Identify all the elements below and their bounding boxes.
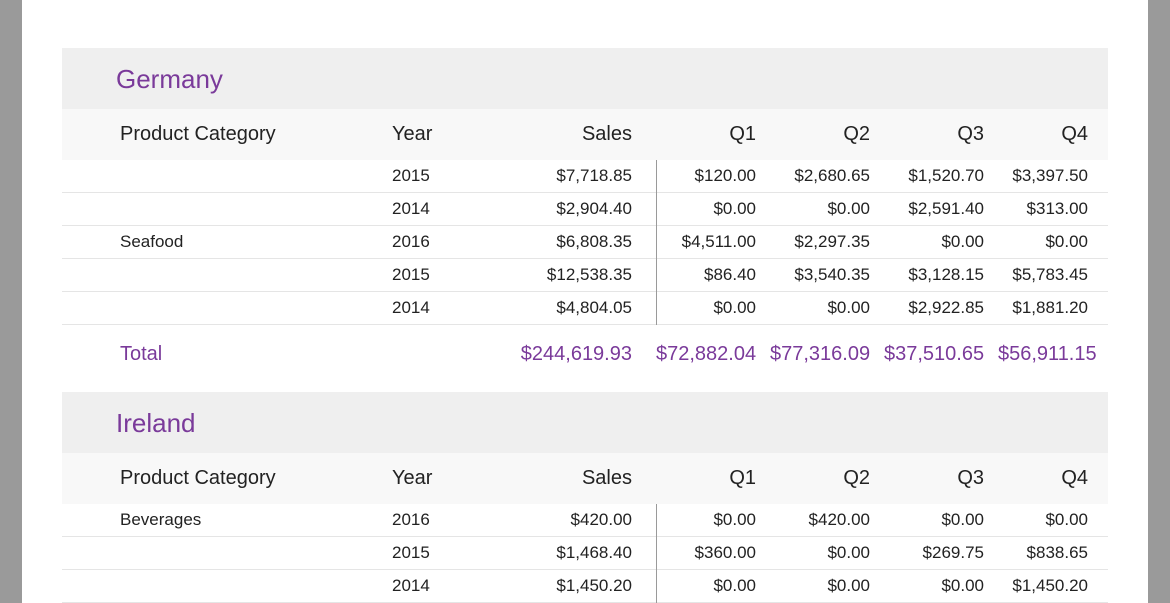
cell-sales: $420.00 — [506, 510, 656, 530]
total-q4: $56,911.15 — [998, 343, 1112, 366]
cell-q2: $420.00 — [770, 510, 884, 530]
col-q1: Q1 — [656, 123, 770, 146]
cell-year: 2016 — [392, 510, 506, 530]
col-q3: Q3 — [884, 467, 998, 490]
cell-q4: $3,397.50 — [998, 166, 1112, 186]
cell-q4: $313.00 — [998, 199, 1112, 219]
col-sales: Sales — [506, 467, 656, 490]
total-sales: $244,619.93 — [506, 343, 656, 366]
cell-q4: $5,783.45 — [998, 265, 1112, 285]
cell-sales: $6,808.35 — [506, 232, 656, 252]
cell-q2: $3,540.35 — [770, 265, 884, 285]
group-total-row: Total $244,619.93 $72,882.04 $77,316.09 … — [62, 325, 1108, 386]
col-q2: Q2 — [770, 467, 884, 490]
col-q1: Q1 — [656, 467, 770, 490]
table-row: Seafood 2016 $6,808.35 $4,511.00 $2,297.… — [62, 226, 1108, 259]
column-header-row: Product Category Year Sales Q1 Q2 Q3 Q4 — [62, 453, 1108, 504]
col-sales: Sales — [506, 123, 656, 146]
col-q4: Q4 — [998, 123, 1112, 146]
cell-q3: $3,128.15 — [884, 265, 998, 285]
cell-q4: $838.65 — [998, 543, 1112, 563]
cell-q3: $0.00 — [884, 232, 998, 252]
cell-category: Beverages — [62, 510, 392, 530]
table-row: 2015 $7,718.85 $120.00 $2,680.65 $1,520.… — [62, 160, 1108, 193]
cell-sales: $7,718.85 — [506, 166, 656, 186]
col-q4: Q4 — [998, 467, 1112, 490]
col-q2: Q2 — [770, 123, 884, 146]
cell-q4: $1,881.20 — [998, 298, 1112, 318]
cell-q1: $0.00 — [656, 576, 770, 596]
cell-sales: $2,904.40 — [506, 199, 656, 219]
cell-q3: $2,922.85 — [884, 298, 998, 318]
column-header-row: Product Category Year Sales Q1 Q2 Q3 Q4 — [62, 109, 1108, 160]
report-page: Germany Product Category Year Sales Q1 Q… — [22, 0, 1148, 603]
cell-q2: $0.00 — [770, 298, 884, 318]
cell-q3: $0.00 — [884, 510, 998, 530]
total-q2: $77,316.09 — [770, 343, 884, 366]
table-row: 2014 $2,904.40 $0.00 $0.00 $2,591.40 $31… — [62, 193, 1108, 226]
cell-year: 2014 — [392, 199, 506, 219]
cell-q1: $0.00 — [656, 510, 770, 530]
cell-year: 2015 — [392, 543, 506, 563]
total-label: Total — [62, 343, 392, 366]
table-row: 2014 $1,450.20 $0.00 $0.00 $0.00 $1,450.… — [62, 570, 1108, 603]
cell-q4: $1,450.20 — [998, 576, 1112, 596]
cell-q3: $0.00 — [884, 576, 998, 596]
col-year: Year — [392, 467, 506, 490]
cell-year: 2015 — [392, 166, 506, 186]
table-row: Beverages 2016 $420.00 $0.00 $420.00 $0.… — [62, 504, 1108, 537]
table-row: 2014 $4,804.05 $0.00 $0.00 $2,922.85 $1,… — [62, 292, 1108, 325]
col-category: Product Category — [62, 123, 392, 146]
report: Germany Product Category Year Sales Q1 Q… — [62, 48, 1108, 603]
cell-year: 2015 — [392, 265, 506, 285]
cell-q1: $4,511.00 — [656, 232, 770, 252]
cell-q2: $0.00 — [770, 576, 884, 596]
group-header: Germany — [62, 48, 1108, 109]
col-year: Year — [392, 123, 506, 146]
cell-q2: $0.00 — [770, 543, 884, 563]
cell-sales: $1,468.40 — [506, 543, 656, 563]
table-row: 2015 $12,538.35 $86.40 $3,540.35 $3,128.… — [62, 259, 1108, 292]
cell-sales: $12,538.35 — [506, 265, 656, 285]
cell-q4: $0.00 — [998, 510, 1112, 530]
cell-q3: $2,591.40 — [884, 199, 998, 219]
cell-q1: $0.00 — [656, 199, 770, 219]
cell-year: 2016 — [392, 232, 506, 252]
cell-category: Seafood — [62, 232, 392, 252]
group-header: Ireland — [62, 392, 1108, 453]
cell-sales: $4,804.05 — [506, 298, 656, 318]
table-row: 2015 $1,468.40 $360.00 $0.00 $269.75 $83… — [62, 537, 1108, 570]
cell-q2: $2,297.35 — [770, 232, 884, 252]
cell-q2: $0.00 — [770, 199, 884, 219]
cell-q3: $269.75 — [884, 543, 998, 563]
cell-q4: $0.00 — [998, 232, 1112, 252]
cell-year: 2014 — [392, 576, 506, 596]
cell-q1: $0.00 — [656, 298, 770, 318]
cell-q1: $86.40 — [656, 265, 770, 285]
cell-year: 2014 — [392, 298, 506, 318]
cell-q3: $1,520.70 — [884, 166, 998, 186]
cell-sales: $1,450.20 — [506, 576, 656, 596]
col-category: Product Category — [62, 467, 392, 490]
cell-q1: $120.00 — [656, 166, 770, 186]
total-q1: $72,882.04 — [656, 343, 770, 366]
total-q3: $37,510.65 — [884, 343, 998, 366]
cell-q1: $360.00 — [656, 543, 770, 563]
cell-q2: $2,680.65 — [770, 166, 884, 186]
col-q3: Q3 — [884, 123, 998, 146]
